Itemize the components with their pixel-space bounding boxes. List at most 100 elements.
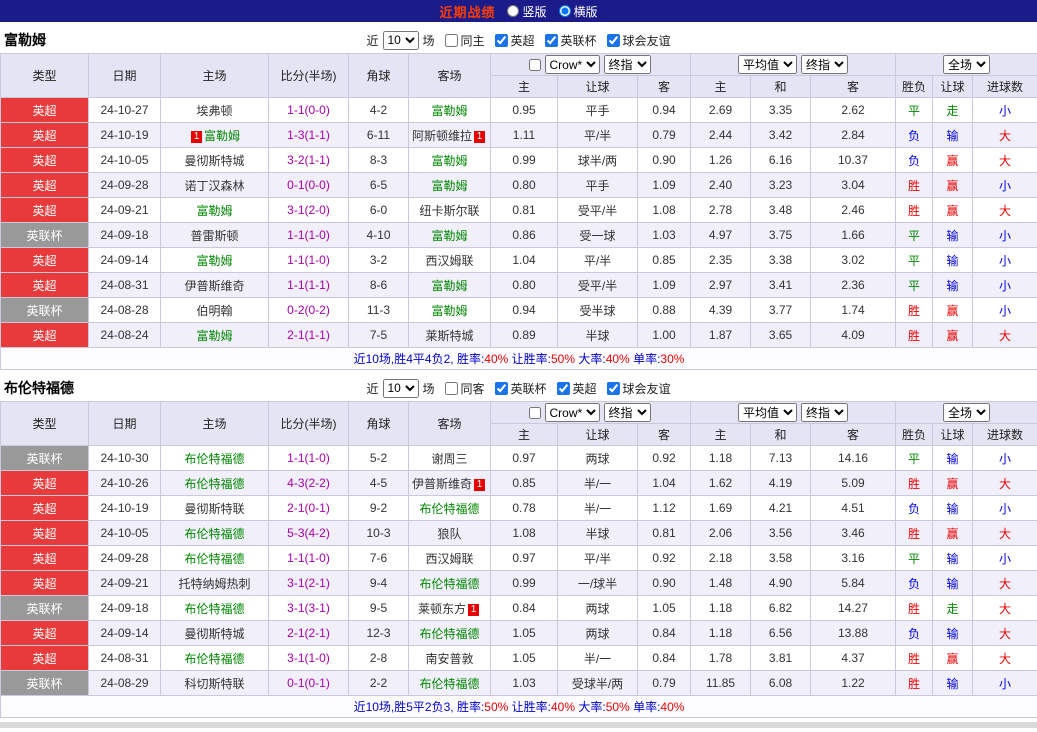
date-cell: 24-10-05 — [88, 520, 161, 546]
average-select[interactable]: 平均值 — [738, 403, 798, 422]
handicap-cell: 半/一 — [557, 470, 638, 496]
odds-away-cell: 0.84 — [636, 645, 692, 671]
avg-home-cell: 1.87 — [690, 322, 752, 348]
league-type-cell: 英超 — [0, 322, 89, 348]
team-name-text: 普雷斯顿 — [190, 228, 239, 243]
goals-cell: 小 — [972, 172, 1037, 198]
odds-home-cell: 0.97 — [490, 545, 558, 571]
team-name-text: 莱斯特城 — [425, 328, 474, 343]
avg-draw-cell: 3.58 — [750, 545, 812, 571]
team-name-text: 富勒姆 — [196, 328, 233, 343]
avg-home-cell: 2.06 — [690, 520, 752, 546]
avg-away-cell: 1.66 — [810, 222, 897, 248]
result-cell: 平 — [895, 222, 934, 248]
section-team-name: 布伦特福德 — [4, 380, 74, 396]
column-header: 比分(半场) — [268, 53, 349, 98]
stats-table: 类型 日期 主场 比分(半场) 角球 客场 Crow* 终指 平均值 终指 全场主让球客主和客胜负让… — [0, 401, 1037, 718]
summary-text: 40% — [660, 700, 685, 714]
odds-compare-checkbox[interactable] — [528, 59, 541, 72]
view-option-vertical[interactable]: 竖版 — [507, 3, 547, 20]
avg-draw-cell: 7.13 — [750, 445, 812, 471]
view-option-horizontal[interactable]: 横版 — [558, 3, 598, 20]
avg-draw-cell: 3.56 — [750, 520, 812, 546]
bottom-scrollbar[interactable] — [0, 722, 1037, 728]
goals-cell: 小 — [972, 495, 1037, 521]
league-type-cell: 英联杯 — [0, 595, 89, 621]
league-filter-checkbox[interactable] — [606, 33, 620, 47]
column-subheader: 让球 — [557, 423, 638, 446]
league-filter-checkbox[interactable] — [544, 33, 558, 47]
league-filter-checkbox[interactable] — [494, 33, 508, 47]
column-header: 比分(半场) — [268, 401, 349, 446]
away-team-cell: 狼队 — [408, 520, 491, 546]
odds-source-select[interactable]: Crow* — [544, 55, 600, 74]
league-filter-checkbox[interactable] — [556, 381, 570, 395]
result-cell: 平 — [895, 445, 934, 471]
avg-away-cell: 4.09 — [810, 322, 897, 348]
same-venue-checkbox[interactable] — [444, 33, 458, 47]
avg-away-cell: 2.62 — [810, 97, 897, 123]
league-type-cell: 英超 — [0, 470, 89, 496]
average-stage-select[interactable]: 终指 — [801, 55, 849, 74]
average-stage-select[interactable]: 终指 — [801, 403, 849, 422]
scope-select[interactable]: 全场 — [943, 403, 991, 422]
score-cell: 0-2(0-2) — [268, 297, 349, 323]
same-venue-label: 同主 — [460, 33, 485, 48]
away-team-cell: 富勒姆 — [408, 147, 491, 173]
odds-away-cell: 0.81 — [636, 520, 692, 546]
column-header: 日期 — [88, 53, 161, 98]
section-header: 富勒姆 近 10 场 同主 英超 英联杯 球会友谊 — [0, 27, 1037, 53]
avg-draw-cell: 3.35 — [750, 97, 812, 123]
team-name-text: 谢周三 — [431, 451, 468, 466]
score-cell: 1-3(1-1) — [268, 122, 349, 148]
result-cell: 胜 — [895, 197, 934, 223]
home-team-cell: 普雷斯顿 — [160, 222, 269, 248]
corner-cell: 8-3 — [348, 147, 409, 173]
league-filter-checkbox[interactable] — [606, 381, 620, 395]
avg-away-cell: 4.37 — [810, 645, 897, 671]
odds-home-cell: 0.99 — [490, 147, 558, 173]
away-team-cell: 南安普敦 — [408, 645, 491, 671]
goals-cell: 小 — [972, 297, 1037, 323]
avg-home-cell: 1.26 — [690, 147, 752, 173]
odds-dropdown-cell: Crow* 终指 — [489, 53, 692, 76]
scope-select[interactable]: 全场 — [943, 55, 991, 74]
home-team-cell: 托特纳姆热刺 — [160, 570, 269, 596]
recent-count-select[interactable]: 10 — [382, 30, 419, 50]
avg-home-cell: 1.18 — [690, 445, 752, 471]
column-subheader: 和 — [750, 75, 812, 98]
summary-text: 大率: — [575, 700, 606, 714]
date-cell: 24-10-26 — [88, 470, 161, 496]
team-name-text: 富勒姆 — [431, 153, 468, 168]
recent-count-select[interactable]: 10 — [382, 378, 419, 398]
avg-home-cell: 2.40 — [690, 172, 752, 198]
odds-source-select[interactable]: Crow* — [544, 403, 600, 422]
odds-stage-select[interactable]: 终指 — [603, 55, 651, 74]
corner-cell: 6-11 — [348, 122, 409, 148]
column-header: 角球 — [348, 53, 409, 98]
league-type-cell: 英联杯 — [0, 222, 89, 248]
horizontal-view-radio[interactable] — [558, 5, 571, 17]
handicap-cell: 半球 — [557, 520, 638, 546]
avg-away-cell: 1.74 — [810, 297, 897, 323]
league-filter-checkbox[interactable] — [494, 381, 508, 395]
average-select[interactable]: 平均值 — [738, 55, 798, 74]
odds-stage-select[interactable]: 终指 — [603, 403, 651, 422]
result-cell: 平 — [895, 272, 934, 298]
odds-away-cell: 1.05 — [636, 595, 692, 621]
handicap-result-cell: 输 — [932, 620, 974, 646]
red-card-badge: 1 — [468, 603, 479, 616]
vertical-view-radio[interactable] — [507, 5, 520, 17]
column-header: 角球 — [348, 401, 409, 446]
avg-draw-cell: 6.16 — [750, 147, 812, 173]
page-title: 近期战绩 — [439, 4, 496, 20]
same-venue-checkbox[interactable] — [444, 381, 458, 395]
odds-home-cell: 1.08 — [490, 520, 558, 546]
odds-compare-checkbox[interactable] — [528, 407, 541, 420]
date-cell: 24-08-31 — [88, 645, 161, 671]
odds-away-cell: 1.00 — [636, 322, 692, 348]
handicap-cell: 平手 — [557, 97, 638, 123]
column-subheader: 主 — [490, 423, 558, 446]
score-cell: 1-1(1-0) — [268, 545, 349, 571]
team-name-text: 伊普斯维奇 — [184, 278, 245, 293]
